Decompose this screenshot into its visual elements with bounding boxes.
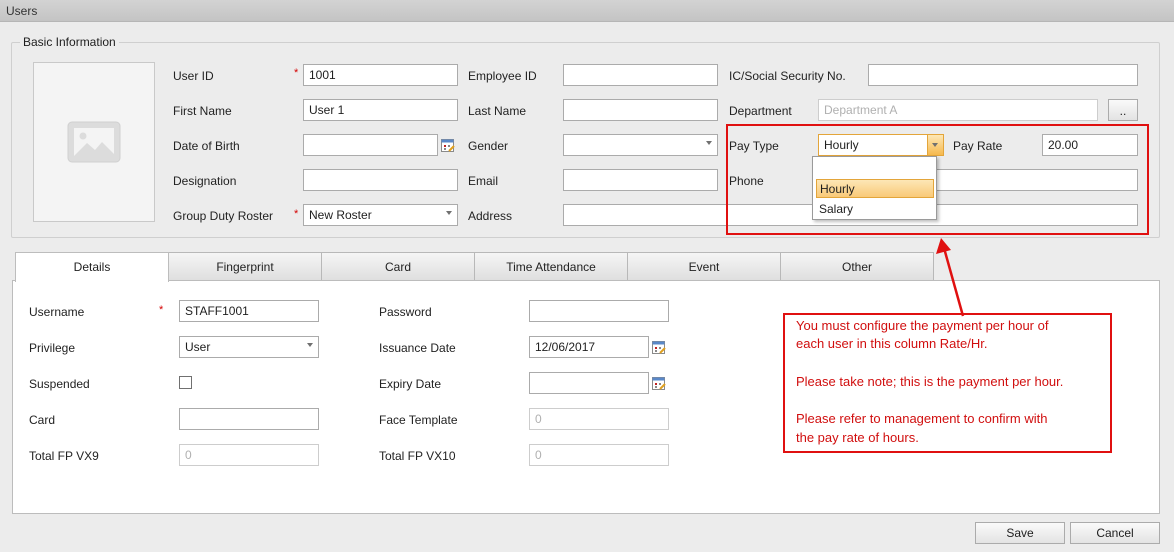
- ic-social-security-label: IC/Social Security No.: [729, 69, 846, 83]
- date-of-birth-input[interactable]: [303, 134, 438, 156]
- employee-id-label: Employee ID: [468, 69, 537, 83]
- annotation-arrow: [936, 238, 965, 317]
- privilege-select[interactable]: User: [179, 336, 319, 358]
- user-id-required-mark: *: [294, 67, 299, 79]
- face-template-label: Face Template: [379, 413, 458, 427]
- privilege-label: Privilege: [29, 341, 76, 355]
- designation-label: Designation: [173, 174, 237, 188]
- date-of-birth-label: Date of Birth: [173, 139, 240, 153]
- pay-section-highlight: [726, 124, 1149, 235]
- annotation-line-3: Please take note; this is the payment pe…: [796, 374, 1064, 389]
- suspended-checkbox[interactable]: [179, 376, 192, 389]
- chevron-down-icon: [446, 211, 452, 215]
- calendar-icon[interactable]: [652, 376, 666, 390]
- total-fp-vx9-label: Total FP VX9: [29, 449, 99, 463]
- total-fp-vx9-input[interactable]: 0: [179, 444, 319, 466]
- tab-card[interactable]: Card: [321, 252, 475, 281]
- chevron-down-icon: [706, 141, 712, 145]
- user-id-input[interactable]: 1001: [303, 64, 458, 86]
- annotation-note: You must configure the payment per hour …: [783, 313, 1112, 453]
- first-name-label: First Name: [173, 104, 232, 118]
- tab-details[interactable]: Details: [15, 252, 169, 282]
- password-label: Password: [379, 305, 432, 319]
- employee-id-input[interactable]: [563, 64, 718, 86]
- annotation-line-1: You must configure the payment per hour …: [796, 318, 1049, 333]
- expiry-date-input[interactable]: [529, 372, 649, 394]
- annotation-line-5: the pay rate of hours.: [796, 430, 919, 445]
- window-title: Users: [6, 4, 38, 18]
- issuance-date-input[interactable]: 12/06/2017: [529, 336, 649, 358]
- first-name-input[interactable]: User 1: [303, 99, 458, 121]
- username-input[interactable]: STAFF1001: [179, 300, 319, 322]
- username-required-mark: *: [159, 304, 164, 316]
- card-label: Card: [29, 413, 56, 427]
- issuance-date-label: Issuance Date: [379, 341, 456, 355]
- save-button[interactable]: Save: [975, 522, 1065, 544]
- privilege-value: User: [185, 340, 211, 354]
- group-duty-roster-value: New Roster: [309, 208, 372, 222]
- tab-time-attendance[interactable]: Time Attendance: [474, 252, 628, 281]
- email-label: Email: [468, 174, 499, 188]
- group-duty-roster-required-mark: *: [294, 208, 299, 220]
- tab-event[interactable]: Event: [627, 252, 781, 281]
- ic-social-security-input[interactable]: [868, 64, 1138, 86]
- window-title-bar: Users: [0, 0, 1174, 22]
- suspended-label: Suspended: [29, 377, 90, 391]
- designation-input[interactable]: [303, 169, 458, 191]
- group-duty-roster-label: Group Duty Roster: [173, 209, 274, 223]
- annotation-line-2: each user in this column Rate/Hr.: [796, 336, 988, 351]
- gender-select[interactable]: [563, 134, 718, 156]
- cancel-button[interactable]: Cancel: [1070, 522, 1160, 544]
- user-id-label: User ID: [173, 69, 214, 83]
- tab-fingerprint[interactable]: Fingerprint: [168, 252, 322, 281]
- chevron-down-icon: [307, 343, 313, 347]
- email-input[interactable]: [563, 169, 718, 191]
- username-label: Username: [29, 305, 85, 319]
- last-name-label: Last Name: [468, 104, 527, 118]
- department-browse-button[interactable]: ..: [1108, 99, 1138, 121]
- calendar-icon[interactable]: [441, 138, 455, 152]
- basic-information-legend: Basic Information: [20, 35, 119, 49]
- gender-label: Gender: [468, 139, 509, 153]
- total-fp-vx10-input[interactable]: 0: [529, 444, 669, 466]
- user-photo[interactable]: [33, 62, 155, 222]
- department-label: Department: [729, 104, 792, 118]
- address-label: Address: [468, 209, 513, 223]
- annotation-line-4: Please refer to management to confirm wi…: [796, 411, 1048, 426]
- total-fp-vx10-label: Total FP VX10: [379, 449, 456, 463]
- tab-other[interactable]: Other: [780, 252, 934, 281]
- last-name-input[interactable]: [563, 99, 718, 121]
- calendar-icon[interactable]: [652, 340, 666, 354]
- expiry-date-label: Expiry Date: [379, 377, 442, 391]
- group-duty-roster-select[interactable]: New Roster: [303, 204, 458, 226]
- card-input[interactable]: [179, 408, 319, 430]
- department-input[interactable]: Department A: [818, 99, 1098, 121]
- tab-strip: Details Fingerprint Card Time Attendance…: [15, 252, 935, 282]
- image-placeholder-icon: [67, 121, 121, 163]
- face-template-input[interactable]: 0: [529, 408, 669, 430]
- password-input[interactable]: [529, 300, 669, 322]
